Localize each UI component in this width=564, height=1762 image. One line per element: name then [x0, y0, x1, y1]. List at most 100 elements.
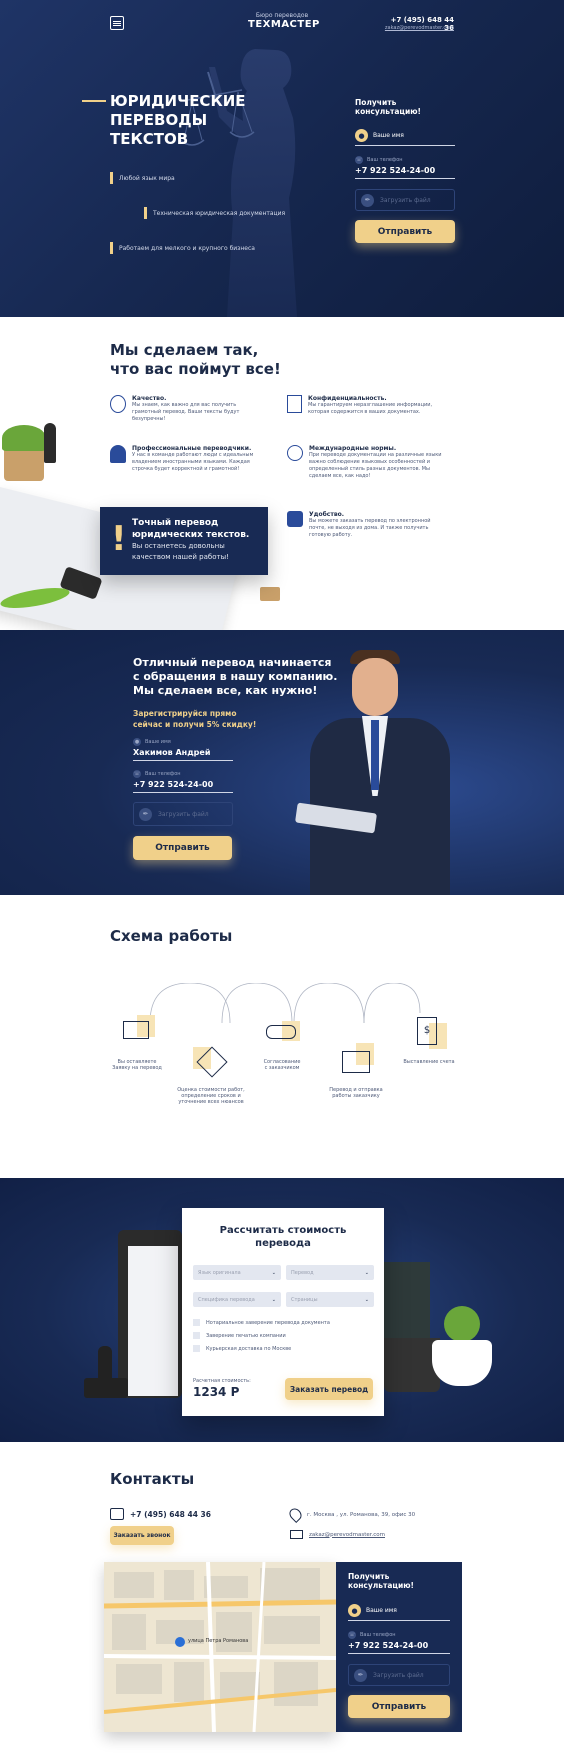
paperclip-icon: ✒ [361, 193, 374, 207]
contacts-submit-button[interactable]: Отправить [348, 1695, 450, 1718]
person-icon [110, 445, 126, 463]
bullet-marker-icon [110, 172, 113, 184]
courier-checkbox[interactable]: Курьерская доставка по Москве [193, 1345, 291, 1352]
scheme-title: Схема работы [110, 927, 233, 945]
phone-icon [110, 1508, 124, 1520]
plant-image [432, 1306, 492, 1388]
user-icon: ● [133, 738, 141, 746]
step-4: Перевод и отправка работы заказчику [318, 1043, 394, 1099]
bullet-marker-icon [144, 207, 147, 219]
feature-international: Международные нормы. При переводе докумен… [287, 445, 447, 480]
chevron-down-icon: ⌄ [271, 1269, 276, 1276]
businessman-image [294, 650, 475, 895]
hero-title-accent [82, 100, 106, 102]
calc-title: Рассчитать стоимость перевода [219, 1225, 347, 1249]
location-pin-icon [287, 1506, 304, 1523]
scheme-section: Схема работы Вы оставляете Заявку на пер… [0, 895, 564, 1178]
menu-icon [113, 22, 121, 24]
feature-convenience: Удобство. Вы можете заказать перевод по э… [287, 511, 447, 539]
map[interactable]: улица Петра Романова [104, 1562, 336, 1732]
menu-button[interactable] [110, 16, 124, 30]
callout-box: ! Точный перевод юридических текстов. Вы… [100, 507, 268, 575]
promo-phone-input[interactable]: ☏ Ваш телефон +7 922 524-24-00 [133, 770, 233, 793]
checkbox-icon [193, 1345, 200, 1352]
exclamation-icon: ! [111, 519, 127, 559]
hero-form: Получить консультацию! ● Ваше имя ☏ Ваш т… [355, 98, 455, 243]
mail-icon [290, 1530, 303, 1539]
footer-copyright: © 2011-2017 Техмастер. Все права защищен… [208, 1740, 356, 1747]
contacts-section: Контакты +7 (495) 648 44 36 Заказать зво… [0, 1442, 564, 1762]
invoice-icon: $ [411, 1015, 447, 1051]
logo[interactable]: Бюро переводов ТЕХМАСТЕР [248, 12, 320, 30]
contact-email[interactable]: zakaz@perevodmaster.com [290, 1530, 385, 1539]
company-seal-checkbox[interactable]: Заверение печатью компании [193, 1332, 286, 1339]
hero-bullet-1: Любой язык мира [110, 172, 175, 184]
calculator-section: Рассчитать стоимость перевода Язык ориги… [0, 1178, 564, 1442]
price-tag-icon [193, 1043, 229, 1079]
request-call-button[interactable]: Заказать звонок [110, 1526, 174, 1545]
contacts-form-title: Получить консультацию! [348, 1572, 414, 1590]
contact-address: г. Москва , ул. Романова, 39, офис 30 [287, 1506, 415, 1523]
computer-click-icon [119, 1015, 155, 1051]
plant-leaves-image [2, 425, 46, 451]
contacts-name-input[interactable]: ● Ваше имя [348, 1604, 450, 1621]
lock-document-icon [287, 395, 302, 413]
step-5: $ Выставление счета [396, 1015, 462, 1065]
plant-pot-image [4, 447, 44, 481]
map-roads [104, 1562, 336, 1732]
user-icon: ● [348, 1604, 361, 1617]
calc-card: Рассчитать стоимость перевода Язык ориги… [182, 1208, 384, 1416]
bullet-marker-icon [110, 242, 113, 254]
features-section: Мы сделаем так, что вас поймут все! Каче… [0, 317, 564, 630]
stamp-image [84, 1346, 128, 1398]
map-location-label: улица Петра Романова [188, 1638, 249, 1644]
checkbox-icon [193, 1332, 200, 1339]
user-icon: ● [355, 129, 368, 142]
contacts-file-upload[interactable]: ✒ Загрузить файл [348, 1664, 450, 1686]
promo-file-upload[interactable]: ✒ Загрузить файл [133, 802, 233, 826]
hero-bullet-3: Работаем для мелкого и крупного бизнеса [110, 242, 255, 254]
cost-label: Расчетная стоимость: [193, 1378, 251, 1384]
hero-title: ЮРИДИЧЕСКИЕ ПЕРЕВОДЫ ТЕКСТОВ [110, 92, 246, 148]
themis-statue-image [179, 49, 297, 317]
contacts-title: Контакты [110, 1470, 195, 1488]
envelope-icon [338, 1043, 374, 1079]
order-translation-button[interactable]: Заказать перевод [285, 1378, 373, 1400]
contacts-phone-input[interactable]: ☏ Ваш телефон +7 922 524-24-00 [348, 1631, 450, 1654]
footer-dev-link[interactable]: Разработка сайта – lnk.ru [0, 1751, 564, 1757]
globe-icon [287, 445, 303, 461]
checkbox-icon [193, 1319, 200, 1326]
chevron-down-icon: ⌄ [364, 1296, 369, 1303]
logo-subtitle: Бюро переводов [255, 12, 309, 19]
promo-subtitle: Зарегистрируйся прямо сейчас и получи 5%… [133, 709, 257, 729]
cost-value: 1234 Р [193, 1385, 240, 1399]
step-2: Оценка стоимости работ, определение срок… [168, 1043, 254, 1105]
hero-phone-input[interactable]: ☏ Ваш телефон +7 922 524-24-00 [355, 156, 455, 179]
paperclip-icon: ✒ [139, 807, 152, 821]
phone-icon: ☏ [355, 156, 363, 164]
promo-submit-button[interactable]: Отправить [133, 836, 232, 860]
promo-section: Отличный перевод начинается с обращения … [0, 630, 564, 895]
step-1: Вы оставляете Заявку на перевод [108, 1015, 166, 1071]
pages-select[interactable]: Страницы ⌄ [286, 1292, 374, 1307]
target-language-select[interactable]: Перевод ⌄ [286, 1265, 374, 1280]
contact-phone[interactable]: +7 (495) 648 44 36 [110, 1508, 211, 1520]
hero-section: Бюро переводов ТЕХМАСТЕР +7 (495) 648 44… [0, 0, 564, 317]
feature-professionals: Профессиональные переводчики. У нас в ком… [110, 445, 260, 473]
notary-checkbox[interactable]: Нотариальное заверение перевода документ… [193, 1319, 330, 1326]
source-language-select[interactable]: Язык оригинала ⌄ [193, 1265, 281, 1280]
hero-form-title: Получить консультацию! [355, 98, 421, 116]
hero-submit-button[interactable]: Отправить [355, 220, 455, 243]
promo-name-input[interactable]: ● Ваше имя Хакимов Андрей [133, 738, 233, 761]
specifics-select[interactable]: Специфика перевода ⌄ [193, 1292, 281, 1307]
header-email[interactable]: zakaz@perevodmaster.com [382, 25, 454, 31]
chevron-down-icon: ⌄ [364, 1269, 369, 1276]
hero-name-input[interactable]: ● Ваше имя [355, 129, 455, 146]
logo-title: ТЕХМАСТЕР [248, 19, 320, 30]
feature-confidentiality: Конфиденциальность. Мы гарантируем неразг… [287, 395, 447, 416]
hero-bullet-2: Техническая юридическая документация [144, 207, 285, 219]
award-icon [110, 395, 126, 413]
stamp-image [44, 423, 56, 463]
hero-file-upload[interactable]: ✒ Загрузить файл [355, 189, 455, 211]
phone-icon: ☏ [133, 770, 141, 778]
